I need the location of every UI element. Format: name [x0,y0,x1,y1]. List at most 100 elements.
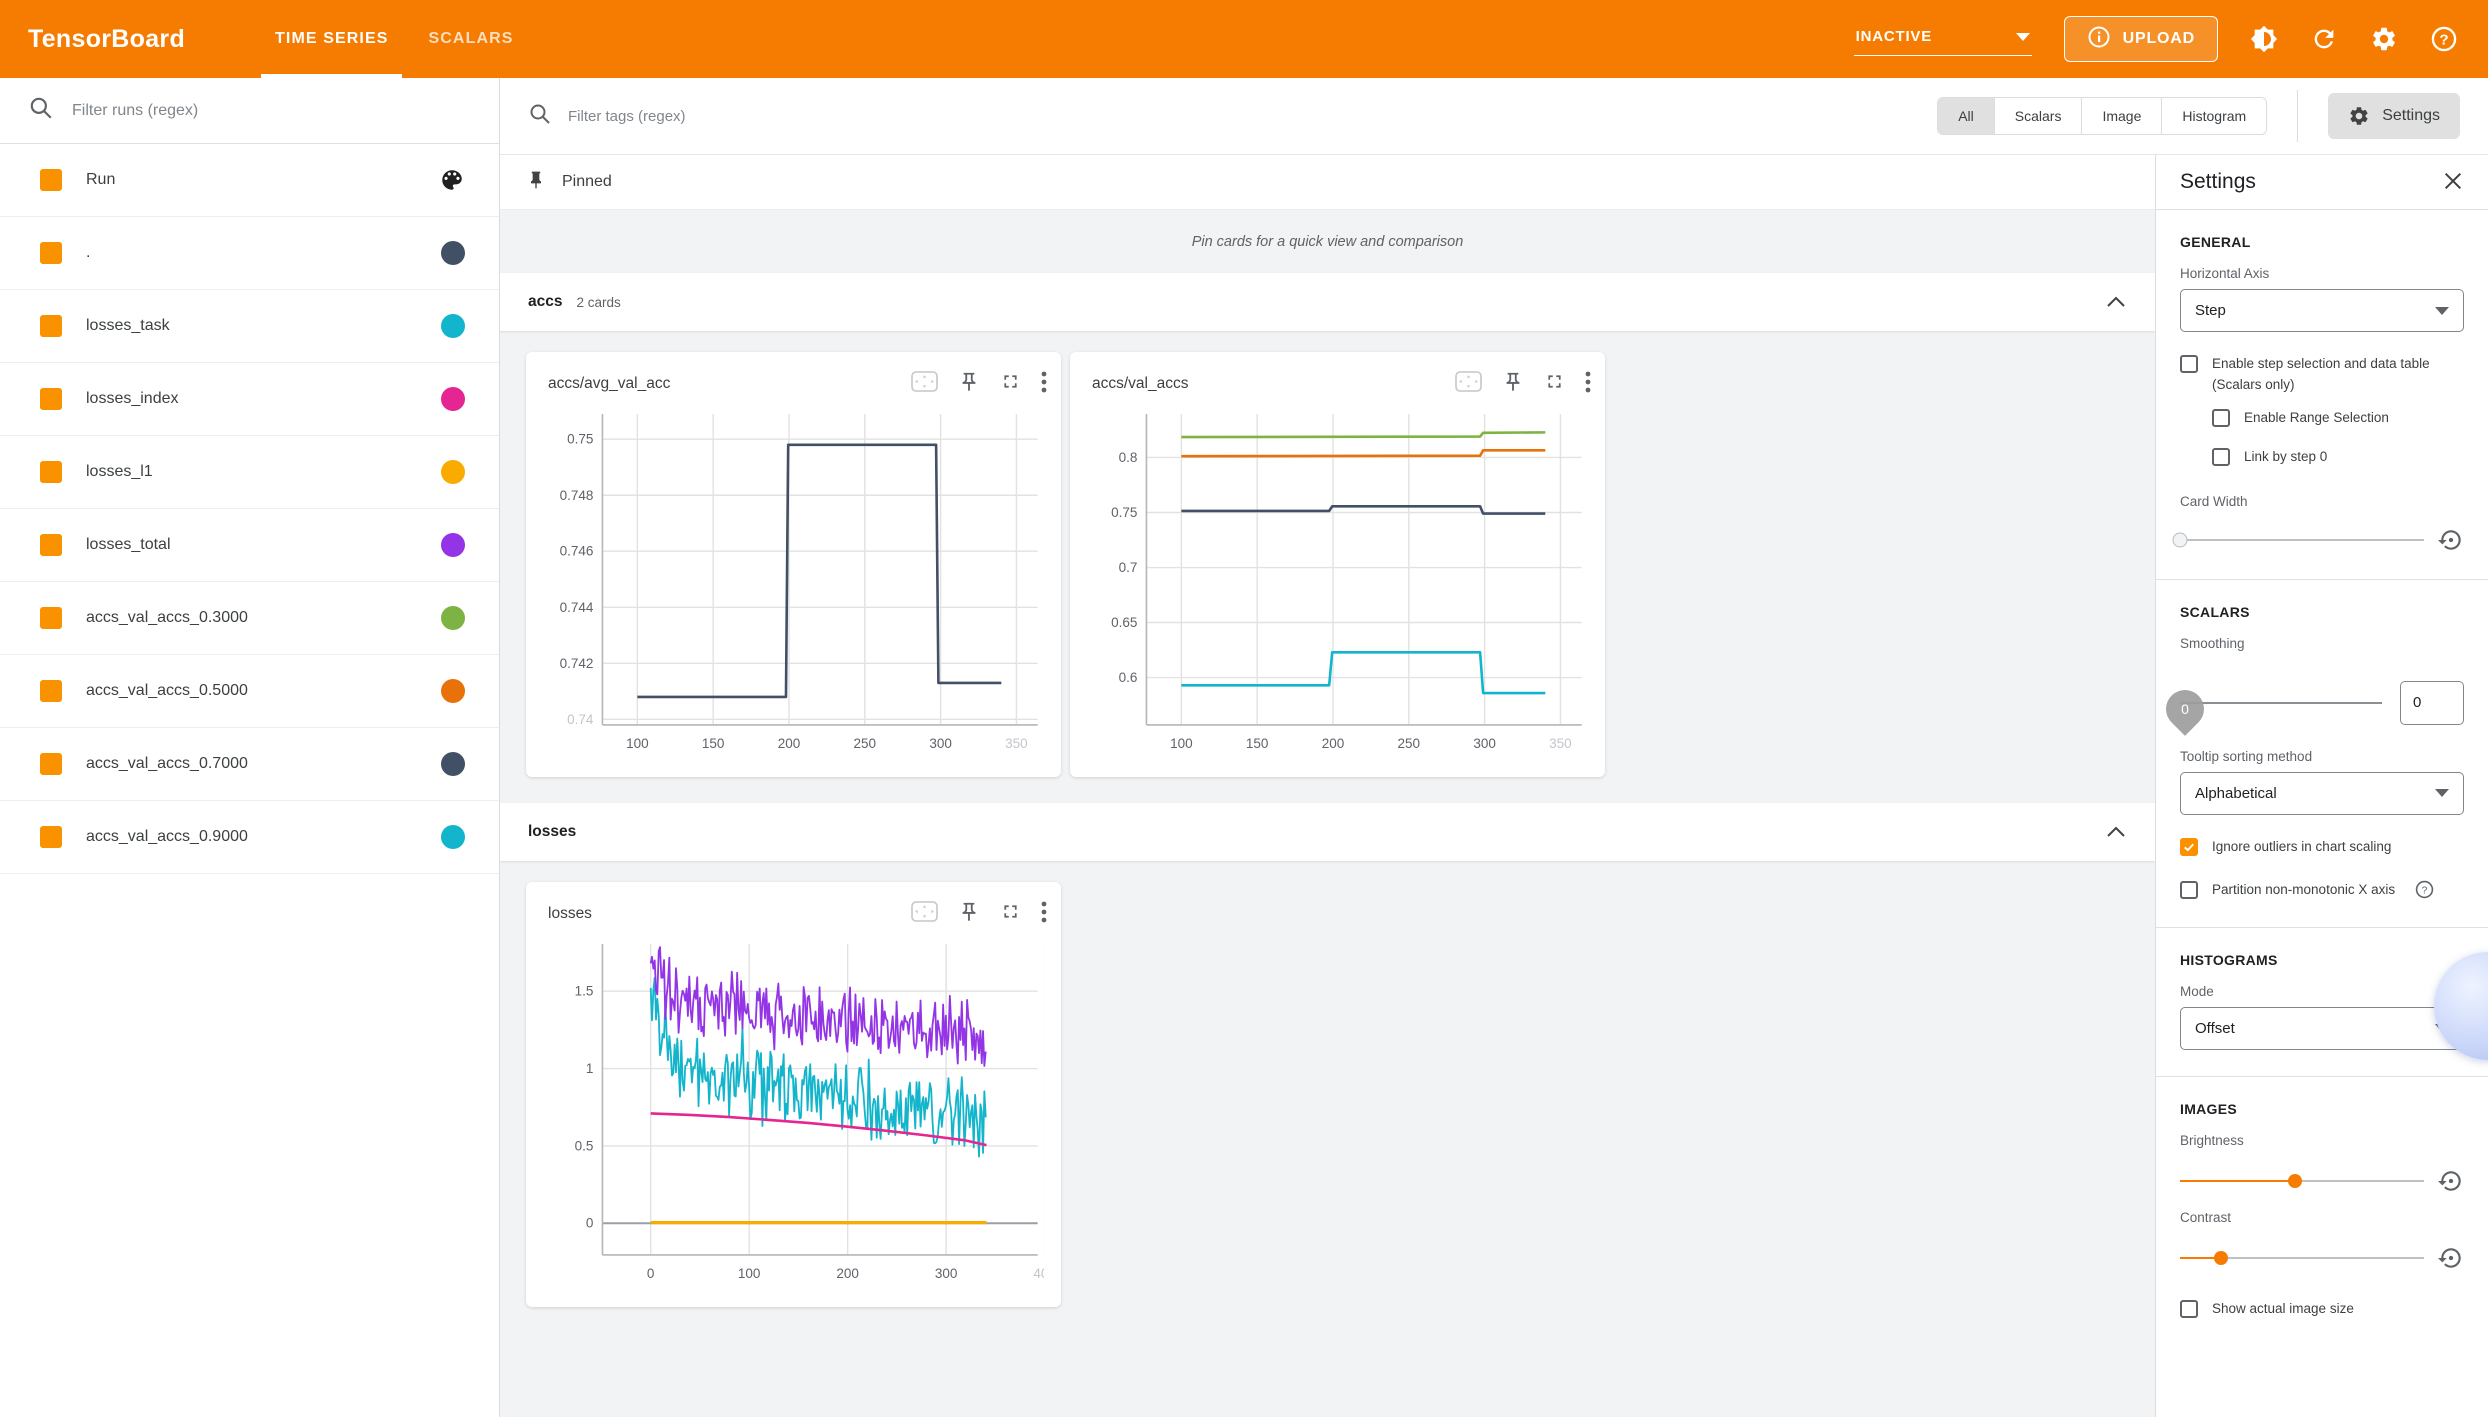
horizontal-axis-select[interactable]: Step [2180,289,2464,332]
pan-zoom-icon[interactable] [911,371,938,397]
fullscreen-icon[interactable] [1000,901,1021,927]
checkbox[interactable] [2180,355,2198,373]
run-checkbox[interactable] [40,461,62,483]
svg-text:100: 100 [1170,736,1193,751]
link-by-step-checkbox-row[interactable]: Link by step 0 [2212,447,2464,468]
more-options-icon[interactable] [1585,371,1591,398]
settings-button[interactable]: Settings [2328,93,2460,139]
pin-icon[interactable] [1502,371,1524,398]
tab-scalars[interactable]: SCALARS [408,0,533,78]
upload-button[interactable]: UPLOAD [2064,16,2218,62]
fullscreen-icon[interactable] [1000,371,1021,397]
run-label: accs_val_accs_0.5000 [86,682,248,700]
run-color-dot [441,825,465,849]
run-list-item[interactable]: . [0,217,499,290]
more-options-icon[interactable] [1041,371,1047,398]
svg-text:350: 350 [1549,736,1572,751]
collapse-chevron-icon[interactable] [2105,825,2127,839]
tab-time-series[interactable]: TIME SERIES [255,0,408,78]
run-list-item[interactable]: losses_task [0,290,499,363]
tag-type-filter[interactable]: Histogram [2161,98,2266,134]
tag-type-filter[interactable]: Image [2081,98,2161,134]
run-label: Run [86,171,115,189]
section-count: 2 cards [576,295,620,310]
run-label: . [86,244,90,262]
section-header-accs[interactable]: accs 2 cards [500,273,2155,331]
svg-text:0: 0 [647,1266,655,1281]
pan-zoom-icon[interactable] [1455,371,1482,397]
settings-gear-icon[interactable] [2370,25,2398,53]
run-status-select[interactable]: INACTIVE [1854,22,2032,56]
fullscreen-icon[interactable] [1544,371,1565,397]
smoothing-slider[interactable]: 0 [2180,702,2382,704]
run-list-item[interactable]: accs_val_accs_0.7000 [0,728,499,801]
run-checkbox[interactable] [40,680,62,702]
card-width-slider[interactable] [2180,539,2424,541]
run-list-item[interactable]: losses_index [0,363,499,436]
checkbox[interactable] [2180,838,2198,856]
histogram-mode-select[interactable]: Offset [2180,1007,2464,1050]
scalar-chart[interactable]: 01002003004001.510.50 [542,936,1044,1289]
run-list-item[interactable]: losses_l1 [0,436,499,509]
more-options-icon[interactable] [1041,901,1047,928]
svg-text:200: 200 [836,1266,859,1281]
checkbox[interactable] [2180,1300,2198,1318]
run-checkbox[interactable] [40,388,62,410]
contrast-slider[interactable] [2180,1257,2424,1259]
svg-text:1.5: 1.5 [575,984,594,999]
pan-zoom-icon[interactable] [911,901,938,927]
tooltip-sorting-select[interactable]: Alphabetical [2180,772,2464,815]
run-checkbox[interactable] [40,607,62,629]
run-checkbox[interactable] [40,753,62,775]
pin-icon[interactable] [958,371,980,398]
refresh-icon[interactable] [2310,25,2338,53]
run-list-item[interactable]: losses_total [0,509,499,582]
palette-icon[interactable] [439,167,465,193]
dark-mode-icon[interactable] [2250,25,2278,53]
brightness-slider[interactable] [2180,1180,2424,1182]
scalar-chart[interactable]: 1001502002503003500.80.750.70.650.6 [1086,406,1588,759]
run-checkbox[interactable] [40,169,62,191]
upload-label: UPLOAD [2123,30,2195,48]
ignore-outliers-checkbox-row[interactable]: Ignore outliers in chart scaling [2180,837,2464,858]
run-color-dot [441,533,465,557]
run-list-item[interactable]: accs_val_accs_0.9000 [0,801,499,874]
search-icon [528,102,552,131]
run-checkbox[interactable] [40,315,62,337]
checkbox[interactable] [2212,448,2230,466]
svg-text:300: 300 [929,736,952,751]
dashboard-tabs: TIME SERIES SCALARS [255,0,534,78]
reset-icon[interactable] [2438,527,2464,553]
run-checkbox[interactable] [40,534,62,556]
run-list-item[interactable]: accs_val_accs_0.3000 [0,582,499,655]
help-icon[interactable]: ? [2430,25,2458,53]
help-icon[interactable]: ? [2415,880,2434,899]
partition-x-checkbox-row[interactable]: Partition non-monotonic X axis ? [2180,880,2464,901]
scalar-chart[interactable]: 1001502002503003500.750.7480.7460.7440.7… [542,406,1044,759]
svg-text:100: 100 [738,1266,761,1281]
tag-type-filter[interactable]: Scalars [1994,98,2082,134]
range-selection-checkbox-row[interactable]: Enable Range Selection [2212,408,2464,429]
checkbox[interactable] [2180,881,2198,899]
card-header: accs/val_accs [1086,362,1591,406]
pin-icon[interactable] [958,901,980,928]
svg-text:0.742: 0.742 [560,656,594,671]
show-actual-size-checkbox-row[interactable]: Show actual image size [2180,1299,2464,1320]
brightness-slider-row [2180,1168,2464,1194]
step-selection-checkbox-row[interactable]: Enable step selection and data table (Sc… [2180,354,2464,396]
card-title: accs/avg_val_acc [548,375,670,393]
tags-filter-input[interactable] [568,108,1919,125]
reset-icon[interactable] [2438,1168,2464,1194]
run-checkbox[interactable] [40,826,62,848]
section-header-losses[interactable]: losses [500,803,2155,861]
runs-filter-input[interactable] [72,102,479,120]
tag-type-filter[interactable]: All [1938,98,1994,134]
close-icon[interactable] [2442,170,2464,195]
checkbox[interactable] [2212,409,2230,427]
run-list-item[interactable]: accs_val_accs_0.5000 [0,655,499,728]
reset-icon[interactable] [2438,1245,2464,1271]
collapse-chevron-icon[interactable] [2105,295,2127,309]
smoothing-input[interactable] [2400,681,2464,725]
run-checkbox[interactable] [40,242,62,264]
run-list-item[interactable]: Run [0,144,499,217]
